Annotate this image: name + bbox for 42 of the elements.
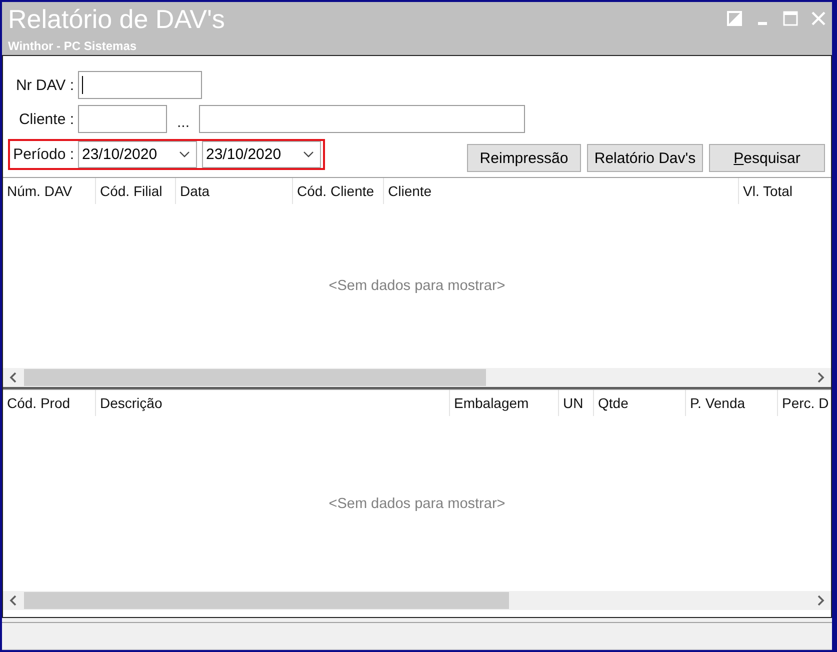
- window-subtitle: Winthor - PC Sistemas: [8, 39, 137, 53]
- half-filled-square-icon[interactable]: [727, 11, 742, 26]
- column-header[interactable]: Núm. DAV: [3, 178, 96, 204]
- field-label: Período :: [12, 146, 75, 163]
- action-button[interactable]: Relatório Dav's: [587, 144, 703, 172]
- column-header[interactable]: Descrição: [96, 390, 450, 416]
- empty-message: <Sem dados para mostrar>: [328, 278, 506, 294]
- chevron-down-icon[interactable]: [179, 151, 190, 158]
- horizontal-scrollbar[interactable]: [3, 591, 831, 610]
- column-header[interactable]: Data: [176, 178, 293, 204]
- field-label: Nr DAV :: [14, 76, 75, 94]
- column-header[interactable]: Perc. D: [778, 390, 831, 416]
- column-header[interactable]: Qtde: [594, 390, 686, 416]
- chevron-down-icon[interactable]: [303, 151, 314, 158]
- column-header[interactable]: UN: [559, 390, 594, 416]
- column-header[interactable]: Vl. Total: [739, 178, 831, 204]
- column-header[interactable]: Cód. Filial: [96, 178, 176, 204]
- horizontal-scrollbar[interactable]: [3, 368, 831, 387]
- column-header[interactable]: Cód. Prod: [3, 390, 96, 416]
- column-header[interactable]: Embalagem: [450, 390, 559, 416]
- close-icon[interactable]: [811, 11, 826, 26]
- client-code-input[interactable]: [78, 105, 167, 133]
- column-header[interactable]: P. Venda: [686, 390, 778, 416]
- chevron-left-icon[interactable]: [9, 372, 17, 383]
- column-header[interactable]: Cód. Cliente: [293, 178, 384, 204]
- field-label: Cliente :: [18, 110, 75, 128]
- action-button[interactable]: Reimpressão: [467, 144, 581, 172]
- column-header[interactable]: Cliente: [384, 178, 739, 204]
- maximize-icon[interactable]: [783, 11, 798, 26]
- lookup-button[interactable]: ...: [177, 114, 190, 130]
- client-name-input[interactable]: [198, 105, 525, 133]
- scrollbar-thumb[interactable]: [24, 369, 486, 386]
- date-dropdown[interactable]: 23/10/2020: [78, 141, 197, 168]
- empty-message: <Sem dados para mostrar>: [328, 496, 506, 512]
- chevron-left-icon[interactable]: [9, 595, 17, 606]
- scrollbar-thumb[interactable]: [24, 592, 509, 609]
- action-button[interactable]: Pesquisar: [709, 144, 825, 172]
- window-title: Relatório de DAV's: [8, 4, 225, 34]
- date-dropdown[interactable]: 23/10/2020: [202, 141, 321, 168]
- nr-dav-input[interactable]: [78, 71, 202, 99]
- chevron-right-icon[interactable]: [817, 372, 825, 383]
- chevron-right-icon[interactable]: [817, 595, 825, 606]
